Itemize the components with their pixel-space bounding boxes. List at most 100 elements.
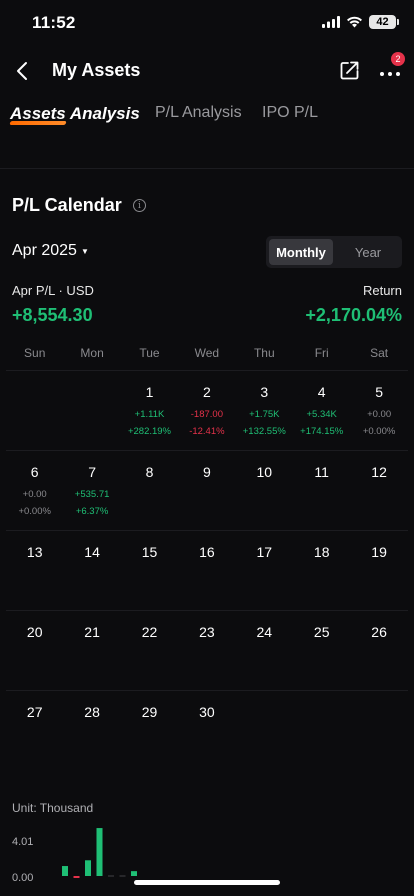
- day-number: 15: [141, 544, 158, 560]
- y-axis-max-label: 4.01: [12, 836, 34, 848]
- calendar-day-21[interactable]: 21: [63, 611, 120, 691]
- calendar-day-15[interactable]: 15: [121, 531, 178, 611]
- weekday-label: Fri: [314, 346, 329, 360]
- calendar-week-row: 27 28 29 30: [6, 690, 408, 770]
- tab-ipo-pl[interactable]: IPO P/L: [262, 104, 318, 122]
- month-label: Apr 2025: [12, 242, 77, 259]
- wifi-icon: [347, 16, 362, 28]
- day-number: 11: [314, 464, 329, 480]
- day-number: 19: [371, 544, 387, 560]
- day-number: 7: [88, 464, 96, 480]
- calendar-day-7[interactable]: 7 +535.71 +6.37%: [63, 451, 120, 531]
- calendar-day-5[interactable]: 5 +0.00 +0.00%: [350, 371, 407, 451]
- share-button[interactable]: [338, 58, 362, 82]
- calendar-day-9[interactable]: 9: [178, 451, 235, 531]
- calendar-day-23[interactable]: 23: [178, 611, 235, 691]
- status-bar: 11:52 42: [0, 0, 414, 48]
- status-time: 11:52: [32, 13, 76, 32]
- calendar-day-20[interactable]: 20: [6, 611, 63, 691]
- day-return-value: +0.00%: [362, 426, 396, 437]
- day-pl-value: -187.00: [190, 409, 223, 420]
- day-return-value: +174.15%: [300, 426, 344, 437]
- monthly-button[interactable]: Monthly: [269, 239, 333, 265]
- calendar-day-12[interactable]: 12: [350, 451, 407, 531]
- calendar-week-row: 6 +0.00 +0.00% 7 +535.71 +6.37% 8 9 10 11 12: [6, 450, 408, 530]
- weekday-label: Mon: [80, 346, 104, 360]
- bar-day-1: [62, 866, 68, 876]
- bar-day-7: [131, 871, 137, 876]
- day-number: 4: [317, 384, 326, 400]
- calendar-day-11[interactable]: 11: [293, 451, 350, 531]
- battery-level: 42: [376, 16, 389, 28]
- calendar-title: P/L Calendar: [12, 195, 122, 215]
- calendar-day-27[interactable]: 27: [6, 691, 63, 771]
- notification-badge: 2: [391, 52, 405, 66]
- weekday-label: Tue: [139, 346, 160, 360]
- calendar-day-30[interactable]: 30: [178, 691, 235, 771]
- day-number: 2: [202, 384, 211, 400]
- y-axis-min-label: 0.00: [12, 872, 34, 884]
- active-tab-indicator: [9, 121, 67, 125]
- day-number: 23: [199, 624, 215, 640]
- status-icons: 42: [322, 15, 399, 29]
- calendar-day-28[interactable]: 28: [63, 691, 120, 771]
- day-pl-value: +5.34K: [306, 409, 337, 420]
- calendar-day-29[interactable]: 29: [121, 691, 178, 771]
- calendar-day-3[interactable]: 3 +1.75K +132.55%: [236, 371, 293, 451]
- day-number: 20: [26, 624, 43, 640]
- calendar-day-17[interactable]: 17: [236, 531, 293, 611]
- calendar-day-24[interactable]: 24: [236, 611, 293, 691]
- calendar-week-row: 20 21 22 23 24 25 26: [6, 610, 408, 690]
- calendar-day-2[interactable]: 2 -187.00 -12.41%: [178, 371, 235, 451]
- calendar-day-14[interactable]: 14: [63, 531, 120, 611]
- day-number: 28: [84, 704, 100, 720]
- weekday-label: Wed: [194, 346, 220, 360]
- year-button[interactable]: Year: [336, 239, 400, 265]
- day-return-value: -12.41%: [189, 426, 225, 437]
- bar-day-6: [119, 875, 126, 877]
- bar-day-5: [108, 875, 114, 877]
- day-pl-value: +0.00: [367, 409, 392, 420]
- calendar-day-18[interactable]: 18: [293, 531, 350, 611]
- day-number: 29: [141, 704, 158, 720]
- calendar-day-13[interactable]: 13: [6, 531, 63, 611]
- calendar-day-6[interactable]: 6 +0.00 +0.00%: [6, 451, 63, 531]
- day-return-value: +132.55%: [242, 426, 286, 437]
- info-icon[interactable]: i: [133, 199, 146, 212]
- day-number: 8: [145, 464, 154, 480]
- bar-day-3: [85, 860, 91, 876]
- day-number: 25: [313, 624, 330, 640]
- view-mode-toggle: Monthly Year: [266, 236, 402, 268]
- share-icon: [340, 61, 359, 80]
- month-selector[interactable]: Apr 2025 ▼: [12, 242, 89, 260]
- calendar-day-19[interactable]: 19: [350, 531, 407, 611]
- calendar-day-26[interactable]: 26: [350, 611, 407, 691]
- bar-day-2: [73, 876, 80, 878]
- back-button[interactable]: [8, 54, 36, 88]
- home-indicator: [134, 880, 280, 885]
- day-number: 24: [256, 624, 273, 640]
- day-number: 26: [371, 624, 387, 640]
- calendar-day-22[interactable]: 22: [121, 611, 178, 691]
- calendar-day-8[interactable]: 8: [121, 451, 178, 531]
- calendar-day-1[interactable]: 1 +1.11K +282.19%: [121, 371, 178, 451]
- weekday-label: Thu: [253, 346, 275, 360]
- chart-unit-label: Unit: Thousand: [12, 801, 94, 815]
- calendar-day-10[interactable]: 10: [236, 451, 293, 531]
- day-number: 6: [30, 464, 39, 480]
- calendar-day-16[interactable]: 16: [178, 531, 235, 611]
- daily-pl-bar-chart: [62, 828, 137, 878]
- divider: [0, 168, 414, 169]
- battery-icon: 42: [369, 15, 399, 29]
- day-number: 21: [84, 624, 100, 640]
- calendar-day-25[interactable]: 25: [293, 611, 350, 691]
- day-number: 30: [199, 704, 215, 720]
- tab-pl-analysis[interactable]: P/L Analysis: [155, 104, 242, 122]
- day-pl-value: +0.00: [22, 489, 47, 500]
- weekday-label: Sun: [24, 346, 46, 360]
- pl-label: Apr P/L · USD: [12, 283, 94, 298]
- calendar-day-4[interactable]: 4 +5.34K +174.15%: [293, 371, 350, 451]
- day-number: 27: [26, 704, 43, 720]
- pl-value: +8,554.30: [12, 305, 93, 325]
- day-number: 14: [84, 544, 100, 560]
